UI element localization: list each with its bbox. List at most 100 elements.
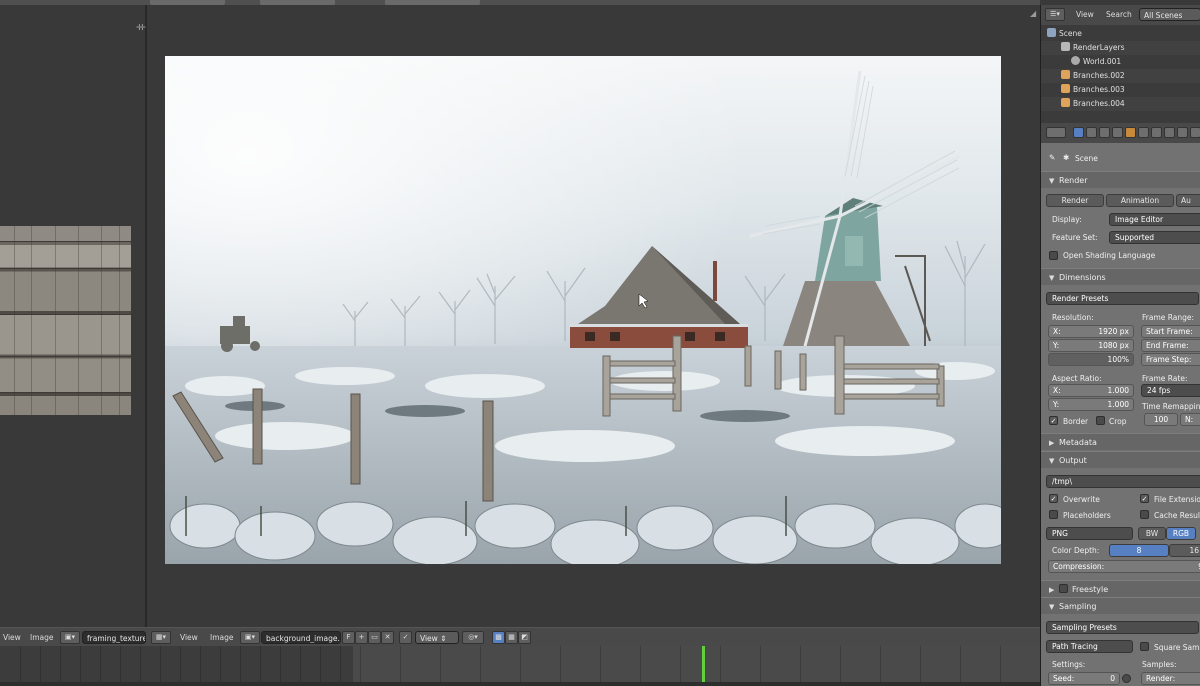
- outliner-item[interactable]: Branches.003: [1041, 83, 1200, 97]
- panel-header-output[interactable]: ▼ Output: [1041, 451, 1200, 468]
- object-tab-icon[interactable]: [1125, 127, 1136, 138]
- file-extensions-checkbox[interactable]: ✓: [1140, 494, 1149, 503]
- file-format-dropdown[interactable]: PNG: [1046, 527, 1133, 540]
- seed-field[interactable]: Seed: 0: [1048, 672, 1120, 685]
- menu-view[interactable]: View: [0, 631, 24, 644]
- area-split-handle[interactable]: ✛: [139, 23, 146, 32]
- panel-header-sampling[interactable]: ▼ Sampling: [1041, 597, 1200, 614]
- resolution-percentage-slider[interactable]: 100%: [1048, 353, 1134, 366]
- display-dropdown[interactable]: Image Editor: [1109, 213, 1200, 226]
- render-presets-dropdown[interactable]: Render Presets: [1046, 292, 1199, 305]
- pin-icon[interactable]: ✓: [399, 631, 412, 644]
- time-remap-old-field[interactable]: 100: [1144, 413, 1178, 426]
- start-frame-field[interactable]: Start Frame:: [1141, 325, 1200, 338]
- mesh-object-icon: [1061, 84, 1070, 93]
- menu-image[interactable]: Image: [27, 631, 57, 644]
- freestyle-checkbox[interactable]: [1059, 584, 1068, 593]
- image-browse-icon[interactable]: ▣▾: [240, 631, 260, 644]
- compression-slider[interactable]: Compression:9: [1048, 560, 1200, 573]
- texture-tab-icon[interactable]: [1190, 127, 1200, 138]
- properties-editor[interactable]: ✎ ✱ Scene ▼ Render Render Animation Au Di…: [1040, 123, 1200, 686]
- field-value: 1.000: [1107, 400, 1129, 409]
- world-tab-icon[interactable]: [1112, 127, 1123, 138]
- field-label: Seed:: [1053, 674, 1075, 683]
- z-buffer-icon[interactable]: ◩: [518, 631, 531, 644]
- view-mode-dropdown[interactable]: View ⇕: [415, 631, 459, 644]
- placeholders-checkbox[interactable]: [1049, 510, 1058, 519]
- frame-rate-dropdown[interactable]: 24 fps: [1141, 384, 1200, 397]
- image-name-field[interactable]: background_image....: [261, 631, 341, 644]
- playhead[interactable]: [702, 646, 705, 686]
- panel-header-render[interactable]: ▼ Render: [1041, 171, 1200, 188]
- aspect-x-field[interactable]: X: 1.000: [1048, 384, 1134, 397]
- panel-header-metadata[interactable]: ▶ Metadata: [1041, 433, 1200, 450]
- outliner-item[interactable]: Branches.004: [1041, 97, 1200, 111]
- animation-button[interactable]: Animation: [1106, 194, 1174, 207]
- editor-type-icon[interactable]: [1046, 127, 1066, 138]
- display-mode-dropdown[interactable]: All Scenes: [1139, 8, 1200, 21]
- scene-icon: [1047, 28, 1056, 37]
- outliner[interactable]: ☰▾ View Search All Scenes Scene RenderLa…: [1040, 5, 1200, 123]
- cache-result-checkbox[interactable]: [1140, 510, 1149, 519]
- end-frame-field[interactable]: End Frame:: [1141, 339, 1200, 352]
- data-tab-icon[interactable]: [1164, 127, 1175, 138]
- render-button[interactable]: Render: [1046, 194, 1104, 207]
- image-name-field[interactable]: framing_texture.jp: [82, 631, 146, 644]
- new-image-icon[interactable]: +: [355, 631, 368, 644]
- outliner-item[interactable]: World.001: [1041, 55, 1200, 69]
- resolution-y-field[interactable]: Y: 1080 px: [1048, 339, 1134, 352]
- outliner-item[interactable]: RenderLayers: [1041, 41, 1200, 55]
- border-checkbox[interactable]: ✓: [1049, 416, 1058, 425]
- render-tab-icon[interactable]: [1073, 127, 1084, 138]
- bw-button[interactable]: BW: [1138, 527, 1166, 540]
- color-depth-16-button[interactable]: 16: [1169, 544, 1200, 557]
- menu-image[interactable]: Image: [207, 631, 237, 644]
- aspect-y-field[interactable]: Y: 1.000: [1048, 398, 1134, 411]
- scene-tab-icon[interactable]: [1099, 127, 1110, 138]
- resolution-x-field[interactable]: X: 1920 px: [1048, 325, 1134, 338]
- menu-search[interactable]: Search: [1103, 8, 1135, 21]
- overwrite-checkbox[interactable]: ✓: [1049, 494, 1058, 503]
- frame-step-field[interactable]: Frame Step:: [1141, 353, 1200, 366]
- unlink-image-icon[interactable]: ✕: [381, 631, 394, 644]
- collapse-arrow-icon: ▼: [1049, 457, 1055, 465]
- panel-header-dimensions[interactable]: ▼ Dimensions: [1041, 268, 1200, 285]
- alpha-icon[interactable]: ▦: [505, 631, 518, 644]
- menu-view[interactable]: View: [1073, 8, 1097, 21]
- square-samples-checkbox[interactable]: [1140, 642, 1149, 651]
- animated-seed-icon[interactable]: [1122, 674, 1131, 683]
- editor-type-icon[interactable]: ☰▾: [1045, 8, 1065, 21]
- outliner-item[interactable]: Scene: [1041, 27, 1200, 41]
- constraints-tab-icon[interactable]: [1138, 127, 1149, 138]
- outliner-item[interactable]: Branches.002: [1041, 69, 1200, 83]
- area-split-handle[interactable]: ◢: [1030, 9, 1036, 18]
- rgb-button[interactable]: RGB: [1166, 527, 1196, 540]
- pin-icon[interactable]: ✎: [1049, 153, 1055, 162]
- sampling-presets-dropdown[interactable]: Sampling Presets: [1046, 621, 1199, 634]
- winter-windmill-render: [165, 56, 1001, 564]
- time-remap-new-field[interactable]: N:: [1180, 413, 1200, 426]
- menu-view[interactable]: View: [177, 631, 201, 644]
- border-label: Border: [1063, 417, 1089, 426]
- pivot-icon[interactable]: ◎▾: [462, 631, 484, 644]
- audio-button[interactable]: Au: [1176, 194, 1200, 207]
- crop-checkbox[interactable]: [1096, 416, 1105, 425]
- render-samples-field[interactable]: Render:: [1141, 672, 1200, 685]
- color-depth-8-button[interactable]: 8: [1109, 544, 1169, 557]
- outliner-header: ☰▾ View Search All Scenes: [1041, 5, 1200, 25]
- feature-set-dropdown[interactable]: Supported: [1109, 231, 1200, 244]
- timeline[interactable]: [0, 646, 1040, 686]
- modifiers-tab-icon[interactable]: [1151, 127, 1162, 138]
- osl-checkbox[interactable]: [1049, 251, 1058, 260]
- output-path-field[interactable]: /tmp\: [1046, 475, 1200, 488]
- display-channels-icon[interactable]: ▩: [492, 631, 505, 644]
- outliner-item-label: RenderLayers: [1073, 43, 1125, 52]
- editor-type-icon[interactable]: ▦▾: [151, 631, 171, 644]
- render-layers-tab-icon[interactable]: [1086, 127, 1097, 138]
- image-browse-icon[interactable]: ▣▾: [60, 631, 80, 644]
- fake-user-toggle[interactable]: F: [342, 631, 355, 644]
- open-image-icon[interactable]: ▭: [368, 631, 381, 644]
- panel-header-freestyle[interactable]: ▶ Freestyle: [1041, 580, 1200, 597]
- integrator-dropdown[interactable]: Path Tracing: [1046, 640, 1133, 653]
- material-tab-icon[interactable]: [1177, 127, 1188, 138]
